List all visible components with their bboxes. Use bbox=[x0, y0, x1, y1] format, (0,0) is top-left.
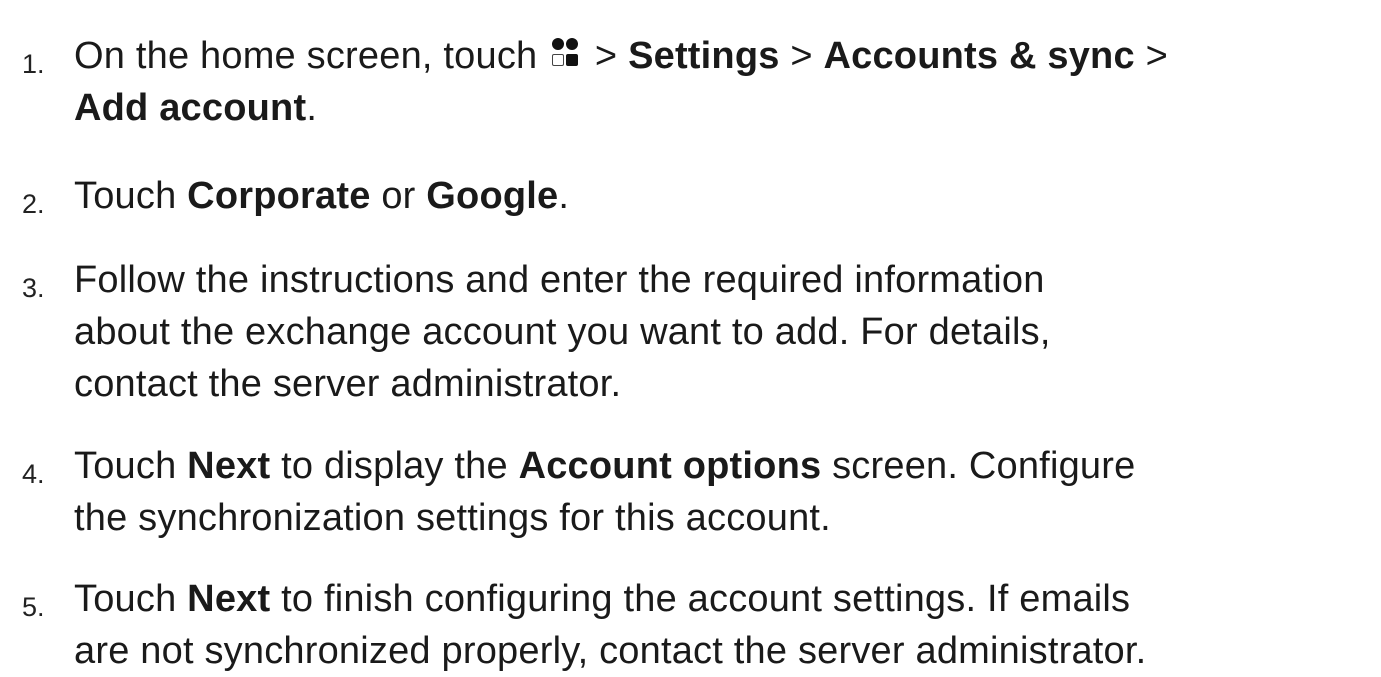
step-text-part: screen. Configure bbox=[821, 445, 1136, 487]
step-line: Touch Next to finish configuring the acc… bbox=[74, 573, 1374, 625]
step-text-part: or bbox=[370, 175, 427, 217]
settings-label: Settings bbox=[628, 35, 780, 77]
app-drawer-icon bbox=[552, 38, 579, 72]
step-text-part: Touch bbox=[74, 175, 188, 217]
next-label: Next bbox=[187, 578, 271, 620]
corporate-label: Corporate bbox=[187, 175, 371, 217]
step-text: Touch Next to display the Account option… bbox=[74, 440, 1374, 544]
account-options-label: Account options bbox=[518, 445, 822, 487]
step-line: Touch Next to display the Account option… bbox=[74, 440, 1374, 492]
step-line: Add account. bbox=[74, 82, 1374, 134]
step-text-part: Touch bbox=[74, 445, 188, 487]
step-text-part: Touch bbox=[74, 578, 188, 620]
step-line: the synchronization settings for this ac… bbox=[74, 497, 831, 539]
step-line: are not synchronized properly, contact t… bbox=[74, 630, 1147, 672]
step-text-part: to display the bbox=[270, 445, 519, 487]
step-text-part: > bbox=[594, 35, 629, 77]
instruction-list: 1. On the home screen, touch > Settings … bbox=[0, 0, 1381, 677]
step-text-part: . bbox=[306, 87, 318, 129]
step-line: Touch Corporate or Google. bbox=[74, 170, 1374, 222]
step-text-part: > bbox=[779, 35, 824, 77]
step-text: Touch Next to finish configuring the acc… bbox=[74, 573, 1374, 677]
step-line: contact the server administrator. bbox=[74, 363, 622, 405]
accounts-sync-label: Accounts & sync bbox=[823, 35, 1135, 77]
step-line: Follow the instructions and enter the re… bbox=[74, 259, 1045, 301]
step-text-part: On the home screen, touch bbox=[74, 35, 538, 77]
step-number: 2. bbox=[22, 189, 45, 219]
step-line: On the home screen, touch > Settings > A… bbox=[74, 30, 1374, 82]
step-number: 4. bbox=[22, 459, 45, 489]
step-line: about the exchange account you want to a… bbox=[74, 311, 1051, 353]
step-number: 3. bbox=[22, 273, 45, 303]
step-number: 1. bbox=[22, 49, 45, 79]
step-text-part: to finish configuring the account settin… bbox=[270, 578, 1131, 620]
step-text-part: > bbox=[1134, 35, 1168, 77]
step-number: 5. bbox=[22, 592, 45, 622]
next-label: Next bbox=[187, 445, 271, 487]
step-text: Follow the instructions and enter the re… bbox=[74, 254, 1374, 410]
step-text: On the home screen, touch > Settings > A… bbox=[74, 30, 1374, 134]
step-text-part: . bbox=[558, 175, 570, 217]
add-account-label: Add account bbox=[74, 87, 307, 129]
step-text: Touch Corporate or Google. bbox=[74, 170, 1374, 222]
google-label: Google bbox=[426, 175, 559, 217]
